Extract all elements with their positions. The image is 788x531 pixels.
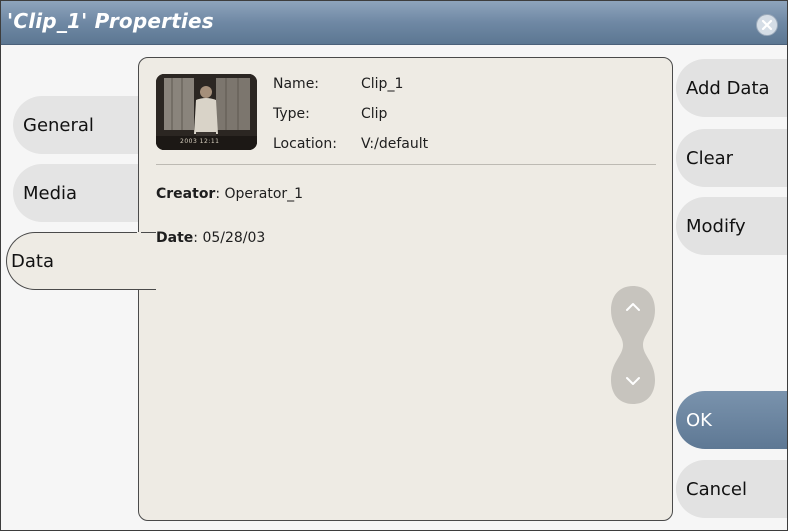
tab-list: General Media Data [1,45,163,530]
thumbnail-caption: 2003 12:11 [180,138,220,145]
data-panel: 2003 12:11 Name: Clip_1 Type: Clip Locat… [138,57,673,521]
location-label: Location: [273,136,337,152]
creator-separator: : [215,186,225,202]
scroll-up-button[interactable] [613,288,653,328]
clear-label: Clear [686,147,734,169]
ok-label: OK [686,409,712,431]
modify-button[interactable]: Modify [676,197,787,255]
tab-general-label: General [23,114,94,136]
title-bar: 'Clip_1' Properties [1,1,787,45]
scroll-down-button[interactable] [613,362,653,402]
name-label: Name: [273,76,320,92]
creator-value: Operator_1 [224,186,304,202]
tab-media-label: Media [23,182,78,204]
scroll-control [611,286,655,404]
tab-panel-joint [137,232,141,287]
header-divider [156,164,656,165]
close-button[interactable] [756,14,778,36]
ok-button[interactable]: OK [676,391,787,449]
clip-thumbnail: 2003 12:11 [156,74,257,150]
date-value: 05/28/03 [202,230,266,246]
window-title: 'Clip_1' Properties [7,9,214,33]
add-data-button[interactable]: Add Data [676,59,787,117]
creator-key: Creator [156,186,216,202]
cancel-label: Cancel [686,478,747,500]
type-label: Type: [273,106,310,122]
clear-button[interactable]: Clear [676,129,787,187]
add-data-label: Add Data [686,77,770,99]
date-key: Date [156,230,194,246]
name-value: Clip_1 [361,76,404,92]
type-value: Clip [361,106,388,122]
tab-data[interactable]: Data [6,232,156,290]
properties-dialog: 'Clip_1' Properties General Media Data 2… [0,0,788,531]
modify-label: Modify [686,215,746,237]
cancel-button[interactable]: Cancel [676,460,787,518]
close-icon [761,19,773,31]
date-field: Date: 05/28/03 [156,230,265,246]
location-value: V:/default [361,136,429,152]
creator-field: Creator: Operator_1 [156,186,303,202]
tab-data-label: Data [11,250,54,272]
